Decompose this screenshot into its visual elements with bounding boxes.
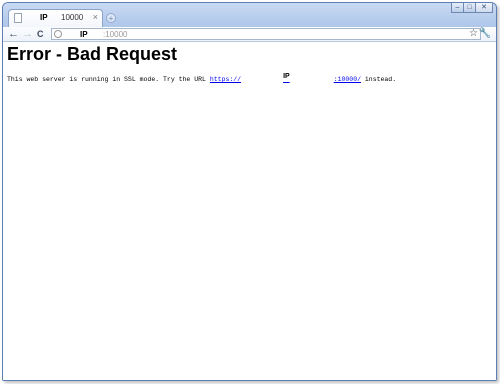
- wrench-menu-icon[interactable]: 🔧: [479, 27, 491, 41]
- browser-tab[interactable]: IP 10000 ×: [8, 9, 103, 27]
- link-ip-label: IP: [283, 73, 290, 80]
- page-icon: [14, 13, 22, 23]
- close-tab-icon[interactable]: ×: [93, 12, 98, 22]
- browser-window: IP 10000 × + – □ ✕ ← → C IP :10000 ☆ 🔧 E…: [2, 2, 497, 381]
- browser-toolbar: ← → C IP :10000 ☆ 🔧: [3, 27, 496, 42]
- page-title: Error - Bad Request: [7, 44, 178, 64]
- bookmark-star-icon[interactable]: ☆: [469, 28, 478, 40]
- close-window-button[interactable]: ✕: [475, 3, 493, 13]
- message-tail: instead.: [361, 76, 397, 83]
- title-bar: IP 10000 × + – □ ✕: [3, 3, 496, 27]
- link-prefix: https://: [209, 76, 242, 83]
- error-message: This web server is running in SSL mode. …: [7, 73, 397, 83]
- new-tab-button[interactable]: +: [106, 13, 116, 23]
- address-port: :10000: [103, 30, 128, 39]
- message-text: This web server is running in SSL mode. …: [7, 76, 210, 83]
- tab-ip-label: IP: [40, 13, 48, 22]
- tab-title: 10000: [61, 13, 84, 22]
- back-arrow-icon[interactable]: ←: [8, 27, 19, 41]
- link-suffix: :10000/: [333, 76, 361, 83]
- reload-icon[interactable]: C: [37, 27, 44, 41]
- address-ip-label: IP: [80, 30, 88, 39]
- forward-arrow-icon[interactable]: →: [22, 27, 33, 41]
- ssl-url-link[interactable]: https:// IP :10000/: [209, 73, 361, 83]
- page-content: Error - Bad Request This web server is r…: [3, 42, 496, 380]
- address-bar[interactable]: IP :10000 ☆: [51, 28, 481, 40]
- site-info-icon[interactable]: [54, 30, 62, 38]
- window-controls: – □ ✕: [451, 3, 493, 14]
